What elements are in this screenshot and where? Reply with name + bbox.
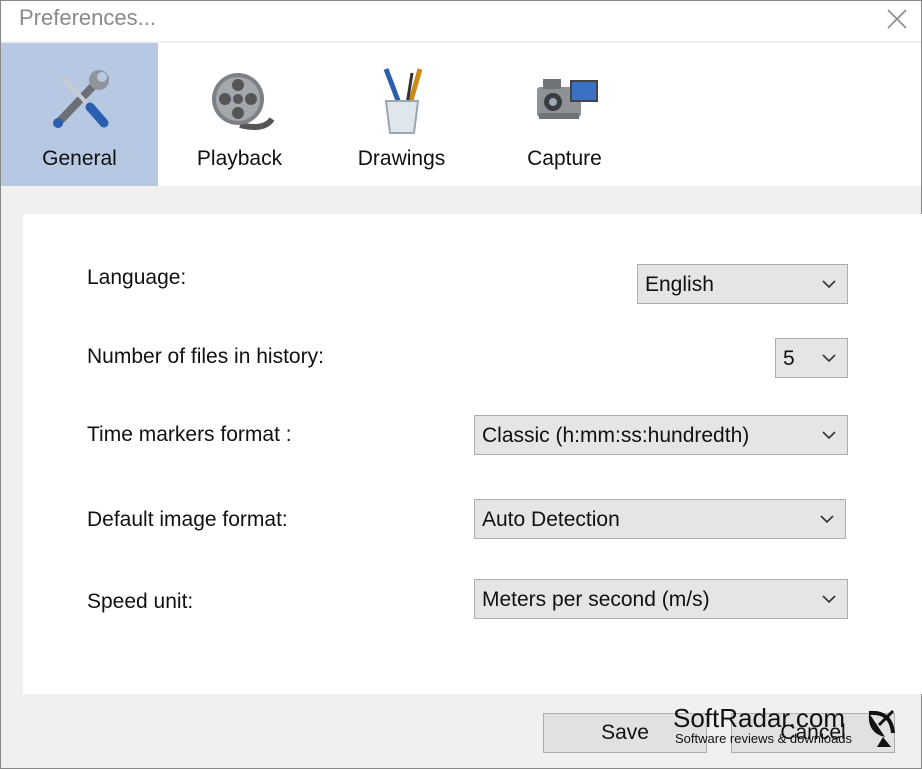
tab-capture[interactable]: Capture bbox=[486, 43, 643, 186]
time-markers-value: Classic (h:mm:ss:hundredth) bbox=[482, 424, 750, 447]
tab-bar: General Playback Drawings Capture bbox=[1, 43, 921, 186]
satellite-dish-icon bbox=[868, 709, 895, 747]
image-format-value: Auto Detection bbox=[482, 508, 620, 531]
time-markers-select[interactable]: Classic (h:mm:ss:hundredth) bbox=[474, 415, 848, 455]
tab-capture-label: Capture bbox=[527, 147, 602, 170]
speed-unit-label: Speed unit: bbox=[87, 590, 194, 613]
chevron-down-icon bbox=[822, 595, 836, 604]
tab-general[interactable]: General bbox=[1, 43, 158, 186]
chevron-down-icon bbox=[822, 354, 836, 363]
time-markers-label: Time markers format : bbox=[87, 423, 292, 446]
tab-drawings[interactable]: Drawings bbox=[323, 43, 480, 186]
chevron-down-icon bbox=[820, 515, 834, 524]
language-select[interactable]: English bbox=[637, 264, 848, 304]
speed-unit-value: Meters per second (m/s) bbox=[482, 588, 710, 611]
watermark-title: SoftRadar.com bbox=[673, 703, 845, 733]
tab-playback-label: Playback bbox=[196, 147, 283, 170]
history-count-select[interactable]: 5 bbox=[775, 338, 848, 378]
general-settings-panel: Language: English Number of files in his… bbox=[23, 214, 922, 694]
speed-unit-select[interactable]: Meters per second (m/s) bbox=[474, 579, 848, 619]
close-button[interactable] bbox=[883, 5, 911, 33]
watermark-subtitle: Software reviews & downloads bbox=[675, 731, 853, 746]
chevron-down-icon bbox=[822, 280, 836, 289]
camera-icon bbox=[536, 79, 598, 119]
language-label: Language: bbox=[87, 266, 187, 289]
film-reel-icon bbox=[211, 73, 274, 130]
chevron-down-icon bbox=[822, 431, 836, 440]
language-select-value: English bbox=[645, 273, 714, 296]
image-format-label: Default image format: bbox=[87, 508, 288, 531]
close-icon bbox=[887, 9, 907, 29]
tab-general-label: General bbox=[42, 147, 117, 170]
brushes-cup-icon bbox=[383, 68, 422, 134]
softradar-watermark: SoftRadar.com Software reviews & downloa… bbox=[673, 703, 922, 763]
wrench-screwdriver-icon bbox=[52, 70, 109, 128]
history-label: Number of files in history: bbox=[87, 345, 324, 368]
window-title: Preferences... bbox=[19, 5, 156, 30]
image-format-select[interactable]: Auto Detection bbox=[474, 499, 846, 539]
tab-drawings-label: Drawings bbox=[357, 147, 446, 170]
preferences-window: Preferences... General Playback Drawings… bbox=[0, 0, 922, 769]
title-bar: Preferences... bbox=[1, 1, 921, 41]
history-count-value: 5 bbox=[783, 347, 795, 370]
tab-playback[interactable]: Playback bbox=[161, 43, 318, 186]
